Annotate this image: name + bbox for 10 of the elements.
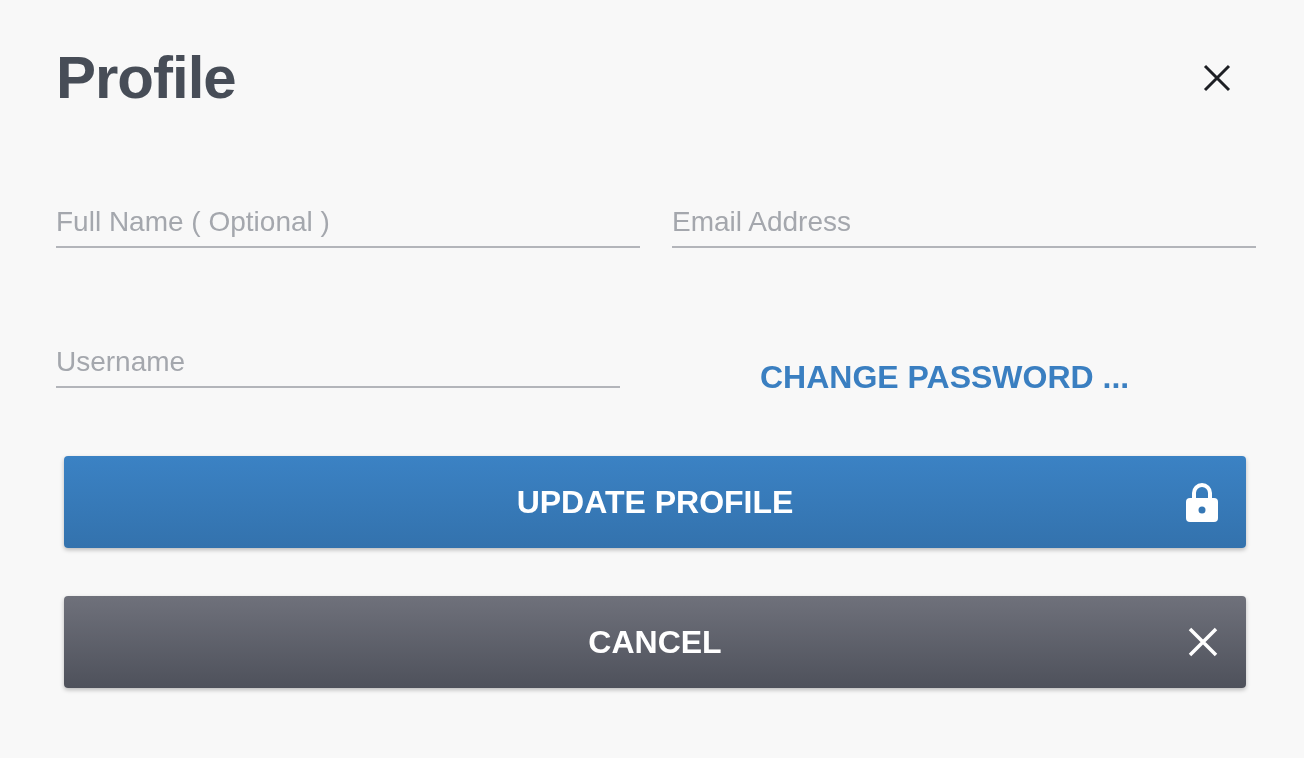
action-button[interactable]: CANCEL <box>64 596 1246 688</box>
dialog-title: Profile <box>56 43 236 113</box>
close-icon[interactable] <box>1202 63 1232 93</box>
action-button[interactable]: UPDATE PROFILE <box>64 456 1246 548</box>
input-field[interactable]: Full Name ( Optional ) <box>56 200 640 248</box>
lock-icon <box>1186 482 1218 522</box>
change-password-link[interactable]: CHANGE PASSWORD ... <box>760 359 1130 396</box>
input-field[interactable]: Email Address <box>672 200 1256 248</box>
input-field[interactable]: Username <box>56 340 620 388</box>
close-icon <box>1188 627 1218 657</box>
